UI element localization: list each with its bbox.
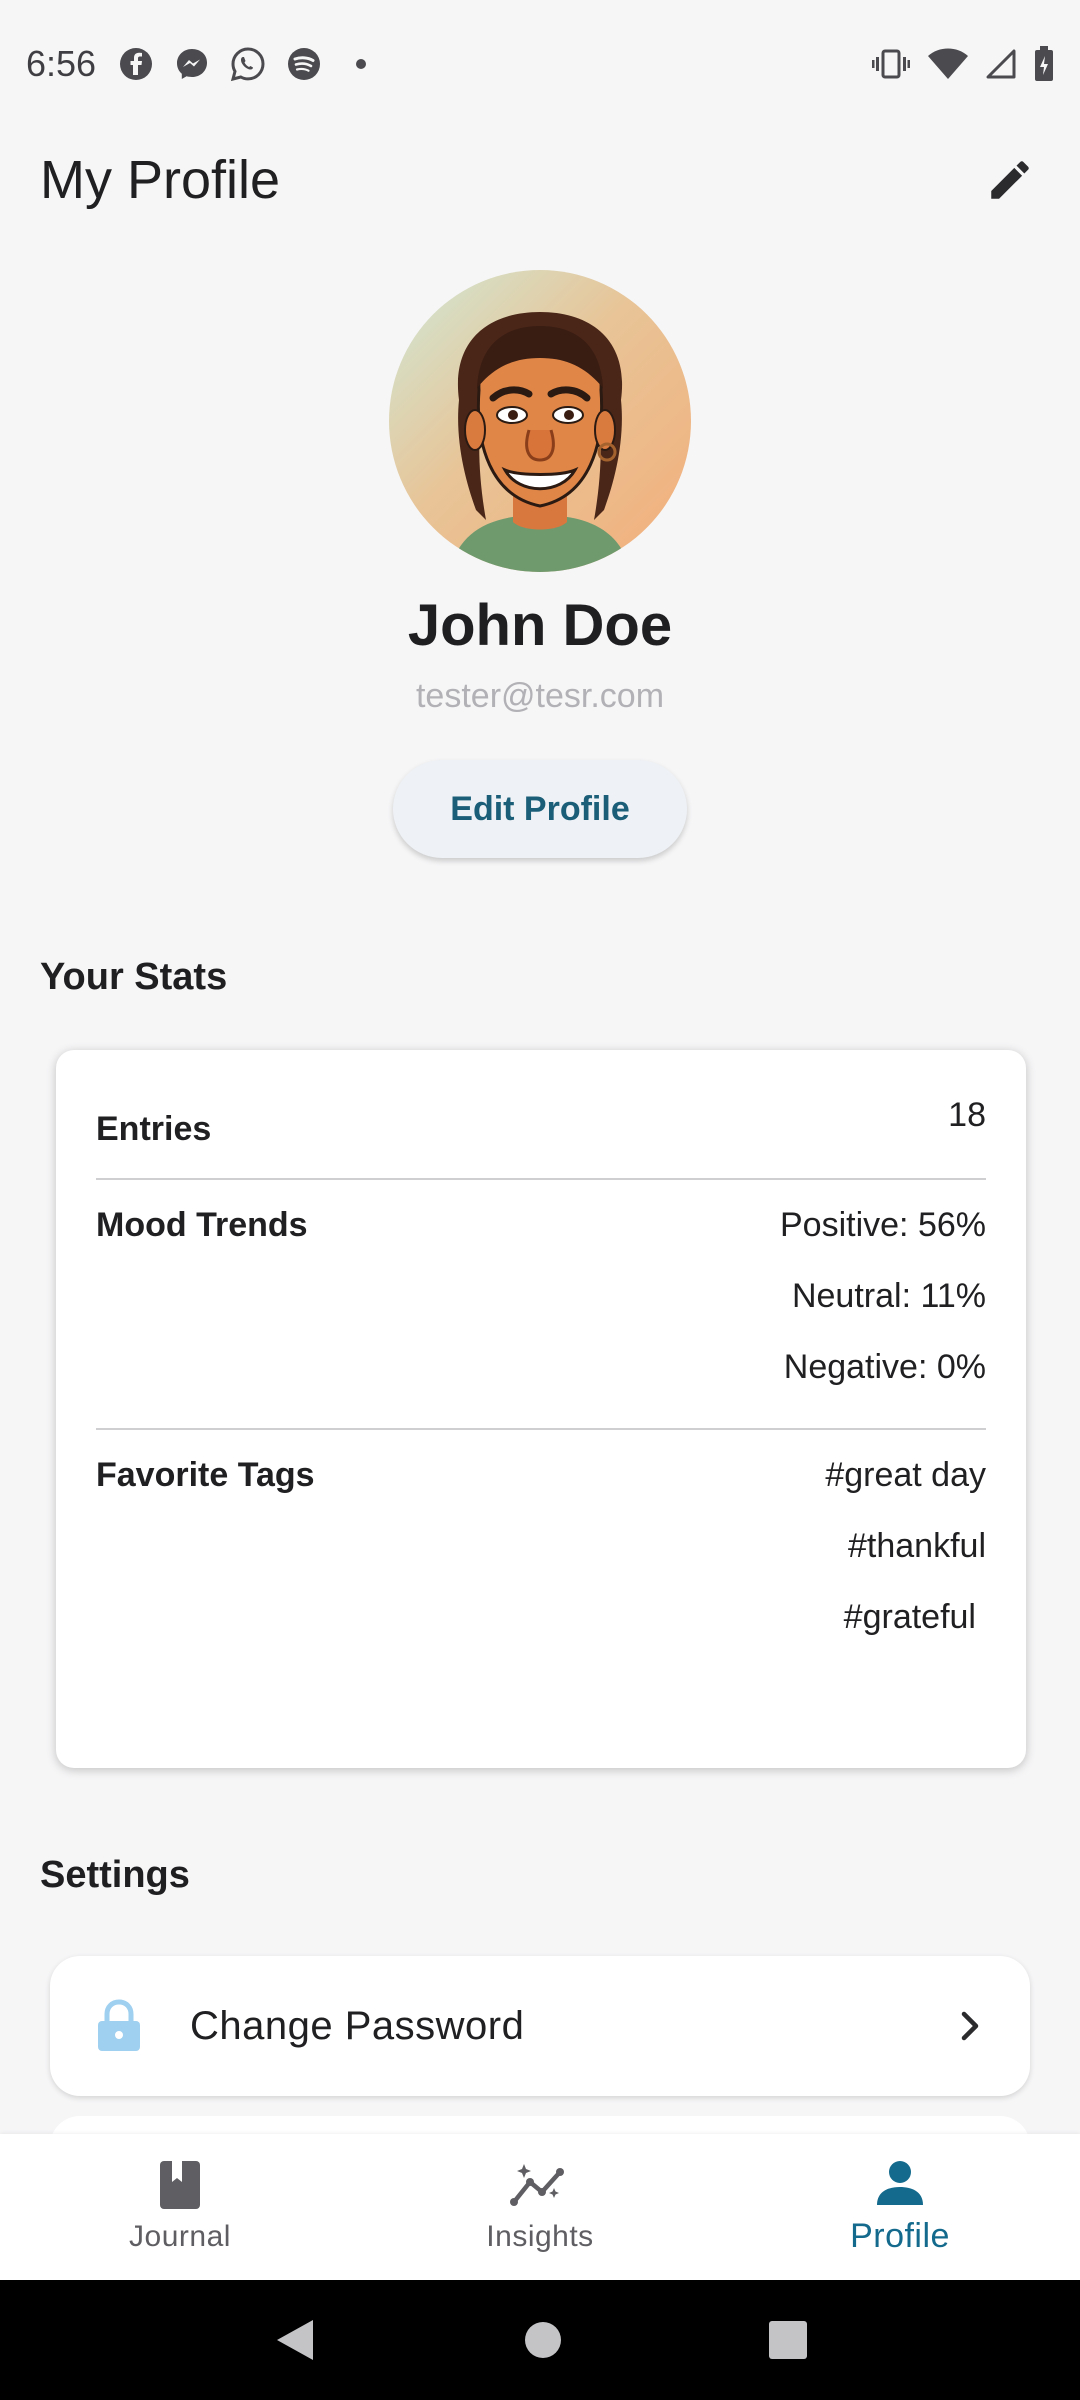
user-name: John Doe — [407, 593, 673, 658]
change-password-item[interactable]: Change Password — [50, 1956, 1030, 2096]
avatar — [389, 270, 691, 572]
change-password-label: Change Password — [190, 2003, 525, 2048]
app-header: My Profile — [0, 128, 1080, 232]
back-icon[interactable] — [273, 2316, 317, 2364]
system-navigation-bar — [0, 2280, 1080, 2400]
page-title: My Profile — [40, 150, 281, 210]
nav-insights-label: Insights — [486, 2220, 594, 2253]
mood-neutral: Neutral: 11% — [791, 1277, 986, 1315]
whatsapp-icon — [230, 47, 265, 82]
tag-item: #thankful — [848, 1527, 986, 1565]
pencil-icon[interactable] — [980, 150, 1040, 210]
stats-section-title: Your Stats — [40, 956, 228, 998]
tag-item: #great day — [825, 1456, 986, 1494]
mood-negative: Negative: 0% — [783, 1348, 986, 1386]
status-time: 6:56 — [26, 43, 97, 84]
home-icon[interactable] — [523, 2320, 563, 2360]
nav-profile[interactable]: Profile — [720, 2134, 1080, 2280]
book-icon — [160, 2161, 200, 2209]
more-notifications-dot — [356, 59, 367, 69]
vibrate-icon — [872, 49, 910, 79]
system-status-icons — [872, 46, 1054, 82]
favorite-tags-row: Favorite Tags #great day #thankful #grat… — [96, 1430, 986, 1637]
favorite-tags: #great day #thankful #grateful — [825, 1456, 986, 1637]
entries-label: Entries — [96, 1110, 212, 1148]
entries-row: Entries 18 — [96, 1050, 986, 1178]
mood-trends-row: Mood Trends Positive: 56% Neutral: 11% N… — [96, 1180, 986, 1428]
profile-section: John Doe tester@tesr.com Edit Profile — [0, 270, 1080, 858]
nav-journal-label: Journal — [129, 2220, 231, 2253]
bottom-navigation: Journal Insights Profile — [0, 2134, 1080, 2280]
insights-icon — [510, 2164, 564, 2206]
settings-section-title: Settings — [40, 1854, 190, 1896]
status-bar: 6:56 — [0, 0, 1080, 128]
lock-icon — [98, 1999, 140, 2051]
nav-insights[interactable]: Insights — [360, 2134, 720, 2280]
recents-icon[interactable] — [769, 2321, 807, 2359]
mood-trends-label: Mood Trends — [96, 1206, 308, 1244]
nav-journal[interactable]: Journal — [0, 2134, 360, 2280]
messenger-icon — [177, 49, 208, 79]
favorite-tags-label: Favorite Tags — [96, 1456, 315, 1494]
user-email: tester@tesr.com — [415, 677, 665, 715]
nav-profile-label: Profile — [850, 2216, 950, 2255]
chevron-right-icon — [961, 2011, 979, 2041]
signal-icon — [986, 49, 1016, 79]
edit-profile-button[interactable]: Edit Profile — [393, 760, 687, 858]
entries-value: 18 — [948, 1096, 986, 1134]
wifi-icon — [928, 48, 968, 79]
mood-values: Positive: 56% Neutral: 11% Negative: 0% — [780, 1206, 986, 1428]
battery-icon — [1035, 46, 1053, 81]
facebook-icon — [120, 48, 153, 80]
tag-item: #grateful — [843, 1598, 976, 1636]
notification-icons — [118, 46, 367, 82]
stats-card: Entries 18 Mood Trends Positive: 56% Neu… — [56, 1050, 1026, 1768]
mood-positive: Positive: 56% — [780, 1206, 986, 1244]
spotify-icon — [288, 48, 321, 80]
person-icon — [877, 2160, 923, 2205]
